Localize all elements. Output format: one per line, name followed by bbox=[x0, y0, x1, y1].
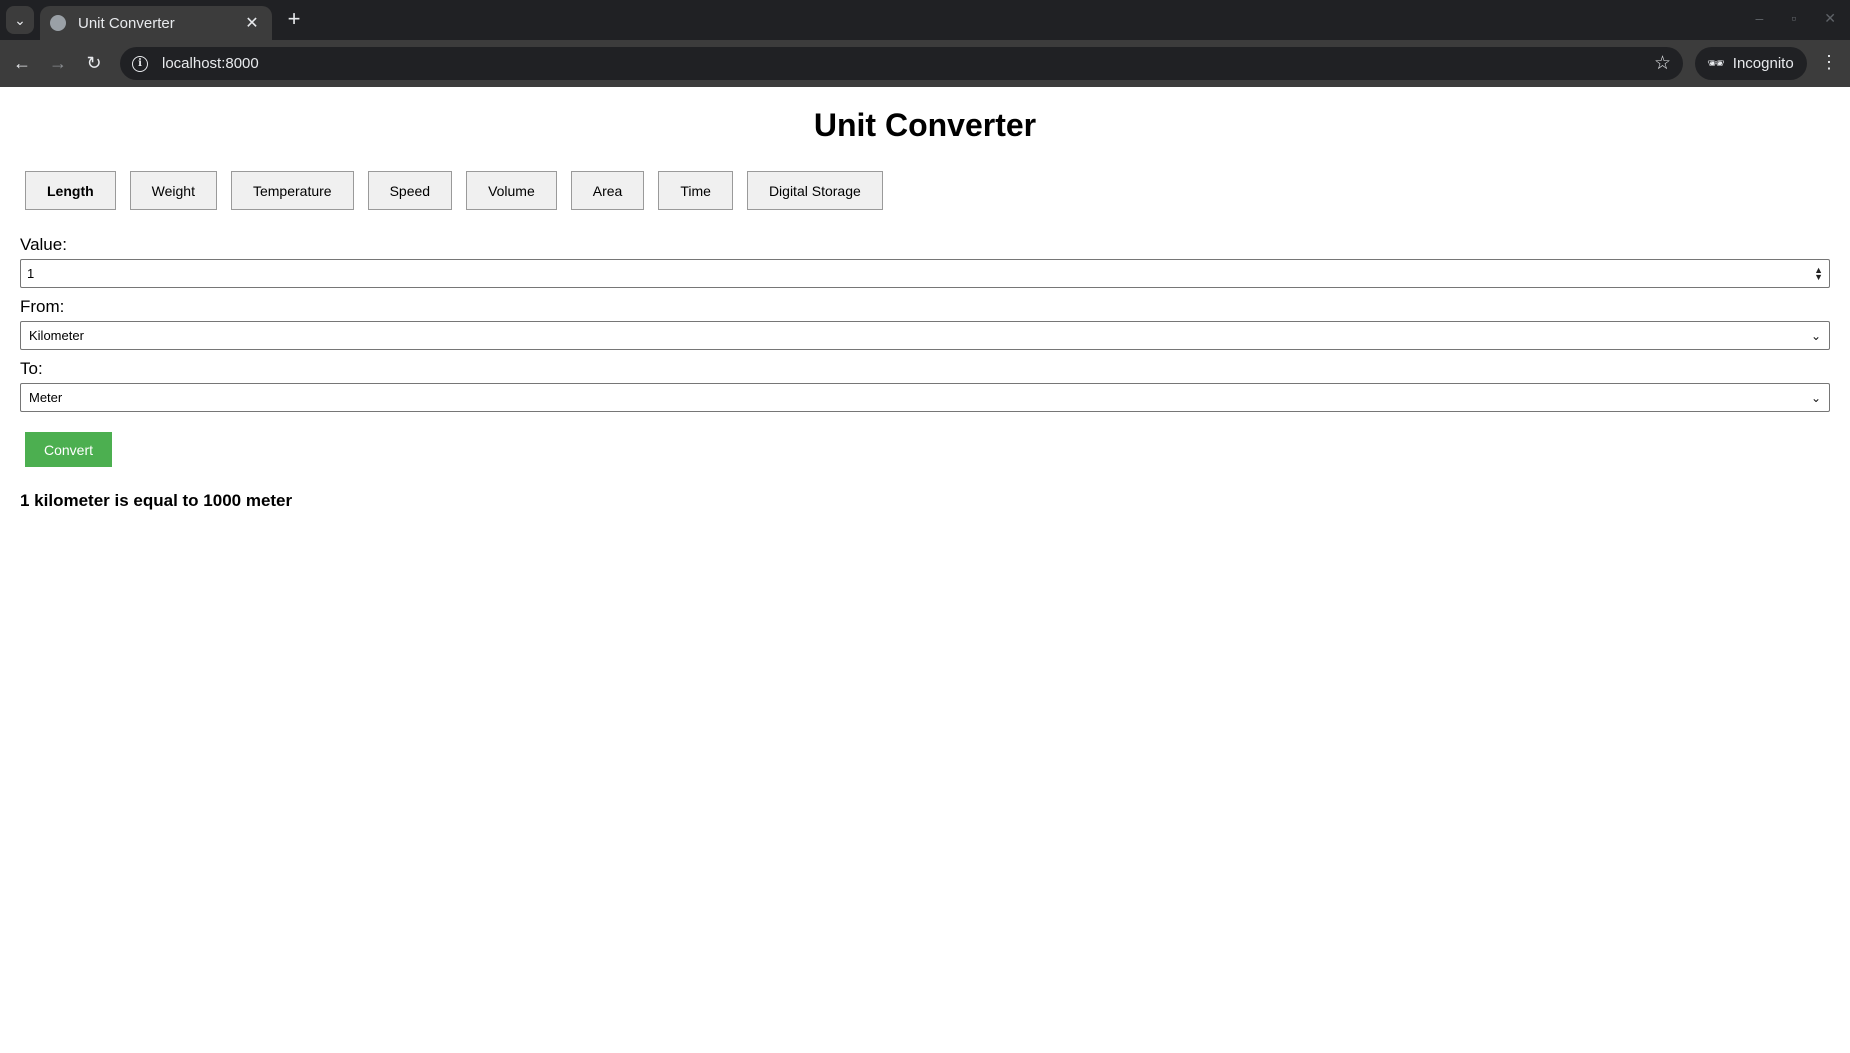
conversion-result: 1 kilometer is equal to 1000 meter bbox=[20, 491, 293, 510]
reload-icon: ↻ bbox=[86, 53, 102, 73]
close-tab-icon[interactable]: ✕ bbox=[242, 13, 262, 33]
to-selected-value: Meter bbox=[29, 390, 63, 405]
value-input[interactable]: 1 ▲ ▼ bbox=[20, 259, 1830, 288]
tab-volume[interactable]: Volume bbox=[466, 171, 557, 210]
close-window-icon[interactable]: ✕ bbox=[1824, 10, 1836, 27]
from-selected-value: Kilometer bbox=[29, 328, 84, 343]
tab-digital-storage[interactable]: Digital Storage bbox=[746, 171, 883, 210]
browser-toolbar: ← → ↻ i localhost:8000 ☆ 🕶 Incognito ⋮ bbox=[0, 40, 1850, 87]
tab-weight[interactable]: Weight bbox=[129, 171, 217, 210]
to-label: To: bbox=[20, 359, 43, 378]
forward-button[interactable]: → bbox=[40, 46, 76, 82]
new-tab-button[interactable]: + bbox=[282, 8, 306, 32]
incognito-icon: 🕶 bbox=[1707, 55, 1725, 71]
from-label: From: bbox=[20, 297, 65, 316]
incognito-indicator[interactable]: 🕶 Incognito bbox=[1695, 47, 1807, 80]
browser-menu-icon[interactable]: ⋮ bbox=[1820, 53, 1838, 71]
convert-button[interactable]: Convert bbox=[25, 432, 112, 467]
incognito-label: Incognito bbox=[1732, 55, 1794, 72]
window-controls: – ▫ ✕ bbox=[1756, 10, 1837, 27]
category-tabs: Length Weight Temperature Speed Volume A… bbox=[25, 171, 883, 210]
info-icon[interactable]: i bbox=[132, 55, 148, 72]
from-unit-select[interactable]: Kilometer ⌄ bbox=[20, 321, 1830, 350]
bookmark-star-icon[interactable]: ☆ bbox=[1654, 52, 1671, 75]
to-unit-select[interactable]: Meter ⌄ bbox=[20, 383, 1830, 412]
minimize-icon[interactable]: – bbox=[1756, 10, 1764, 27]
tab-time[interactable]: Time bbox=[658, 171, 733, 210]
tab-speed[interactable]: Speed bbox=[367, 171, 453, 210]
url-text: localhost:8000 bbox=[162, 55, 259, 72]
value-label: Value: bbox=[20, 235, 67, 254]
arrow-left-icon: ← bbox=[13, 53, 31, 73]
tab-search-button[interactable]: ⌄ bbox=[6, 6, 34, 34]
browser-tab[interactable]: Unit Converter ✕ bbox=[40, 6, 272, 40]
arrow-right-icon: → bbox=[49, 53, 67, 73]
chevron-down-icon: ⌄ bbox=[14, 11, 26, 28]
value-input-text: 1 bbox=[27, 266, 35, 281]
number-spinner-icon[interactable]: ▲ ▼ bbox=[1814, 265, 1823, 281]
tab-title: Unit Converter bbox=[78, 14, 175, 32]
tab-length[interactable]: Length bbox=[25, 171, 116, 210]
back-button[interactable]: ← bbox=[4, 46, 40, 82]
page-title: Unit Converter bbox=[813, 107, 1037, 143]
maximize-icon[interactable]: ▫ bbox=[1791, 10, 1796, 27]
chevron-down-icon: ⌄ bbox=[1810, 390, 1821, 405]
chevron-down-icon: ⌄ bbox=[1810, 328, 1821, 343]
tab-temperature[interactable]: Temperature bbox=[230, 171, 354, 210]
browser-tabstrip: ⌄ Unit Converter ✕ + – ▫ ✕ bbox=[0, 0, 1850, 40]
reload-button[interactable]: ↻ bbox=[76, 46, 112, 82]
tab-area[interactable]: Area bbox=[570, 171, 645, 210]
address-bar[interactable]: i localhost:8000 ☆ bbox=[120, 47, 1683, 80]
globe-icon bbox=[50, 15, 66, 31]
